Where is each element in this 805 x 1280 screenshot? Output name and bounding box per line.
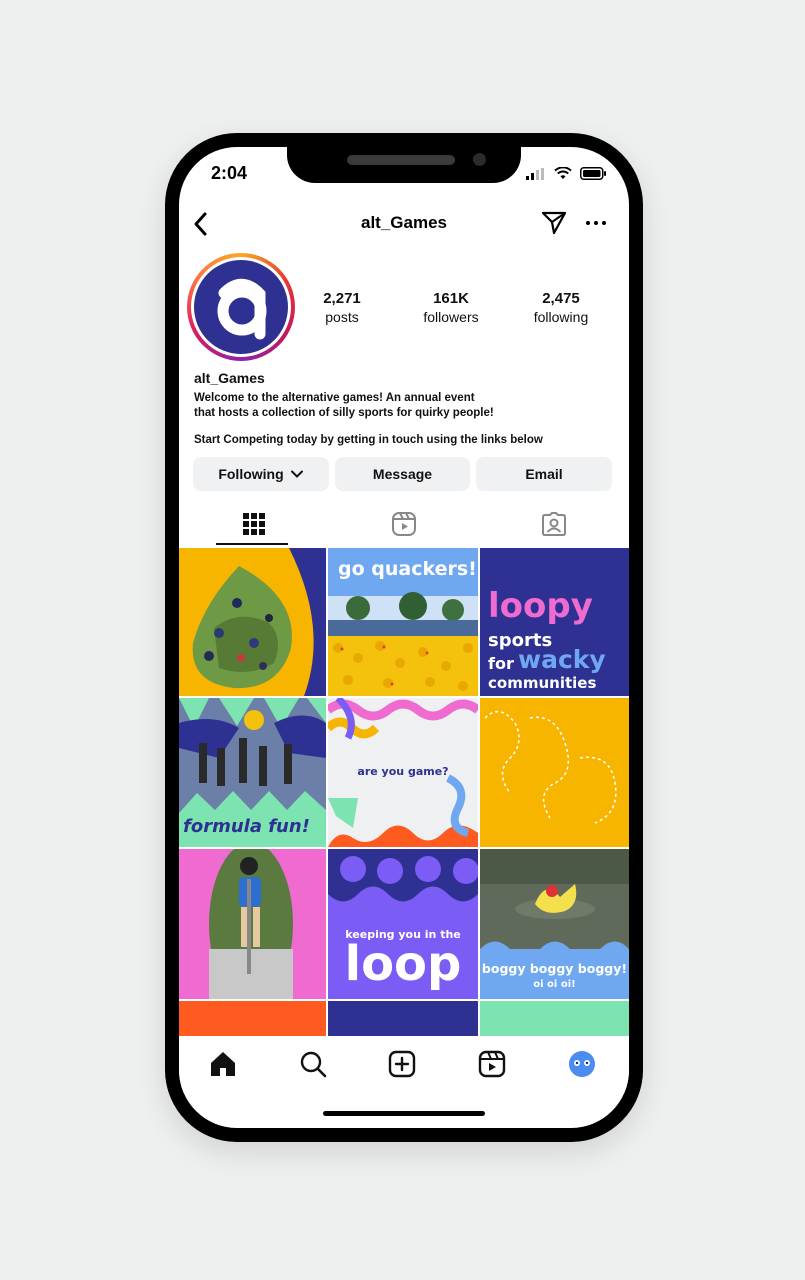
following-label: following — [533, 309, 589, 325]
bio-line: Welcome to the alternative games! An ann… — [194, 392, 475, 404]
reels-icon — [392, 512, 416, 536]
post-tile[interactable]: go quackers! — [328, 548, 478, 696]
reels-icon[interactable] — [477, 1049, 507, 1079]
post-caption: wacky — [518, 645, 606, 674]
battery-icon — [580, 167, 606, 180]
profile-header: alt_Games — [179, 209, 629, 241]
search-icon[interactable] — [298, 1049, 328, 1079]
post-caption: formula fun! — [183, 816, 310, 837]
profile-tabs — [179, 503, 629, 545]
logo-letter-a-icon — [217, 278, 267, 340]
tab-tagged[interactable] — [479, 503, 629, 545]
post-caption: boggy boggy boggy! — [481, 961, 628, 976]
message-button[interactable]: Message — [335, 457, 470, 491]
tab-grid[interactable] — [179, 503, 329, 545]
post-tile[interactable]: boggy boggy boggy! oi oi oi! — [480, 849, 629, 999]
post-caption: communities — [488, 674, 597, 692]
profile-display-name: alt_Games — [194, 370, 265, 386]
stat-followers[interactable]: 161K followers — [401, 290, 501, 325]
create-icon[interactable] — [387, 1049, 417, 1079]
followers-count: 161K — [433, 290, 469, 307]
message-label: Message — [372, 466, 433, 482]
phone-frame: 2:04 alt_Games 2,271 posts 161K follower… — [165, 133, 643, 1142]
followers-label: followers — [423, 309, 479, 325]
grid-icon — [243, 513, 265, 535]
following-label: Following — [218, 466, 284, 482]
brand-logo — [194, 260, 288, 354]
post-tile[interactable] — [179, 548, 326, 696]
post-photo — [209, 849, 293, 999]
post-tile[interactable] — [328, 1001, 478, 1036]
post-caption: go quackers! — [338, 558, 477, 580]
post-tile[interactable]: formula fun! — [179, 698, 326, 847]
post-tile[interactable]: are you game? — [328, 698, 478, 847]
following-button[interactable]: Following — [193, 457, 329, 491]
profile-avatar[interactable] — [187, 253, 295, 361]
avatar-border — [191, 257, 291, 357]
post-photo — [484, 710, 617, 824]
wifi-icon — [554, 167, 572, 179]
chevron-down-icon — [290, 470, 303, 478]
status-time: 2:04 — [211, 163, 248, 183]
status-icons — [526, 167, 607, 180]
post-caption: loopy — [488, 586, 593, 626]
post-caption: oi oi oi! — [533, 979, 576, 990]
signal-icon — [526, 167, 544, 180]
stat-posts[interactable]: 2,271 posts — [292, 290, 392, 325]
camera — [473, 153, 486, 166]
following-count: 2,475 — [542, 290, 580, 307]
posts-label: posts — [325, 309, 359, 325]
stat-following[interactable]: 2,475 following — [511, 290, 611, 325]
home-icon[interactable] — [208, 1049, 238, 1079]
profile-avatar[interactable] — [567, 1049, 597, 1079]
app-screen: 2:04 alt_Games 2,271 posts 161K follower… — [179, 147, 629, 1128]
bottom-nav — [179, 1037, 629, 1093]
active-tab-indicator — [216, 543, 288, 545]
posts-grid: go quackers! loopy sports for wacky comm… — [179, 548, 629, 1036]
post-tile[interactable] — [179, 1001, 326, 1036]
post-tile[interactable] — [480, 698, 629, 847]
posts-count: 2,271 — [323, 290, 361, 307]
speaker — [347, 155, 455, 165]
post-photo — [480, 849, 629, 999]
bio-line: Start Competing today by getting in touc… — [194, 434, 543, 446]
bio-line: that hosts a collection of silly sports … — [194, 406, 494, 419]
more-options-icon[interactable] — [583, 210, 609, 236]
post-caption: are you game? — [357, 765, 449, 778]
tab-reels[interactable] — [329, 503, 479, 545]
email-button[interactable]: Email — [476, 457, 612, 491]
post-tile[interactable]: loopy sports for wacky communities — [480, 548, 629, 696]
post-tile[interactable] — [480, 1001, 629, 1036]
email-label: Email — [525, 466, 563, 482]
post-tile[interactable]: keeping you in the loop — [328, 849, 478, 999]
post-photo — [192, 548, 326, 696]
notch — [287, 147, 521, 183]
post-caption: for — [488, 654, 514, 673]
profile-bio: Welcome to the alternative games! An ann… — [194, 391, 614, 448]
tagged-icon — [542, 512, 566, 536]
post-tile[interactable] — [179, 849, 326, 999]
home-indicator[interactable] — [323, 1111, 485, 1116]
send-message-icon[interactable] — [541, 210, 567, 236]
post-caption: loop — [344, 936, 462, 992]
